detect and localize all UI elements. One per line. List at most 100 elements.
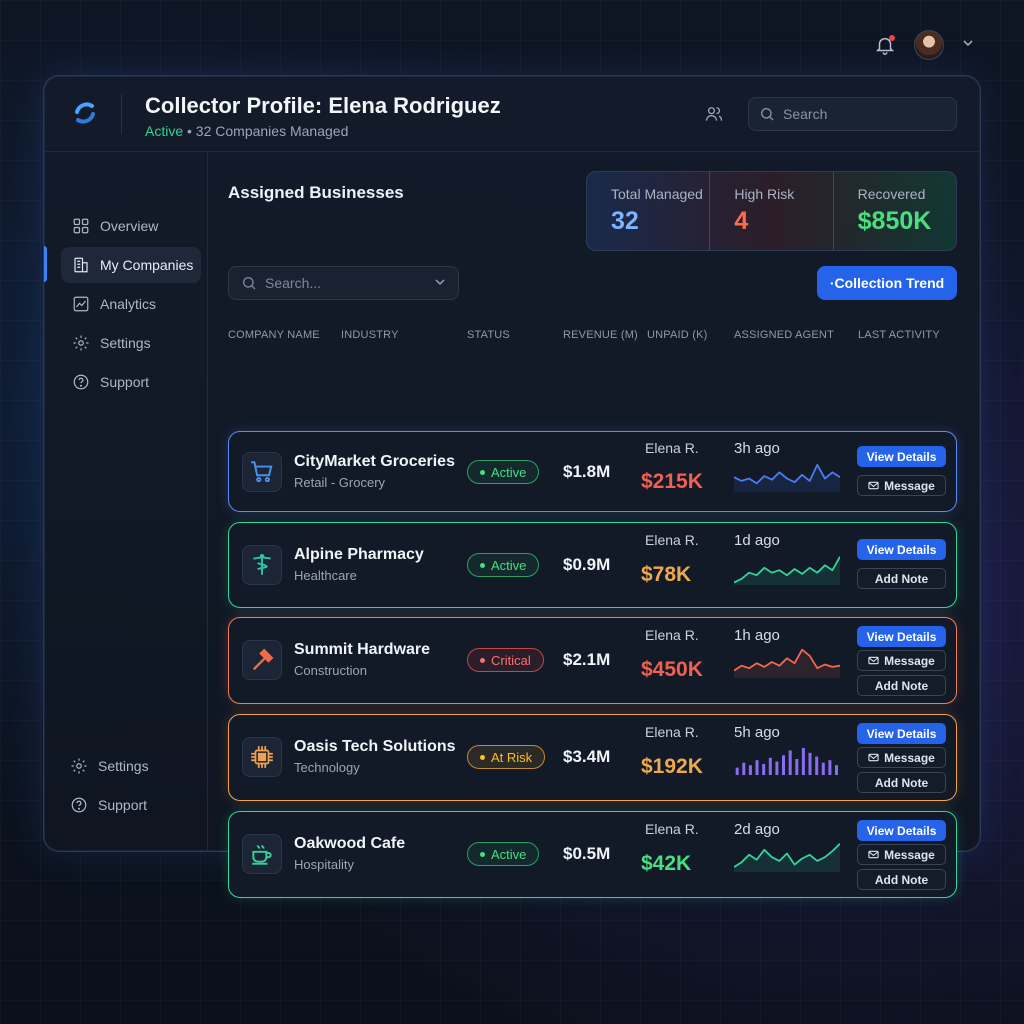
company-search-placeholder: Search... xyxy=(265,275,322,291)
company-industry: Retail - Grocery xyxy=(294,475,386,490)
status-badge-label: Active xyxy=(491,464,527,480)
sidebar-item-overview[interactable]: Overview xyxy=(61,208,201,244)
activity-sparkline xyxy=(734,843,840,872)
assigned-agent: Elena R. xyxy=(645,532,699,548)
sidebar-item-my-companies[interactable]: My Companies xyxy=(61,247,201,283)
notification-bell-icon[interactable] xyxy=(874,34,896,56)
column-header-last-activity[interactable]: LAST ACTIVITY xyxy=(858,329,940,341)
header-divider xyxy=(121,94,122,134)
status-badge-label: Active xyxy=(491,846,527,862)
revenue-value: $3.4M xyxy=(563,747,611,766)
last-activity: 1h ago xyxy=(734,627,780,644)
section-title: Assigned Businesses xyxy=(228,183,404,202)
status-badge-label: Active xyxy=(491,557,527,573)
table-row[interactable]: CityMarket Groceries Retail - Grocery Ac… xyxy=(228,431,957,512)
column-header-company[interactable]: COMPANY NAME xyxy=(228,329,320,341)
message-button[interactable]: Message xyxy=(857,844,946,865)
sparkline-area xyxy=(734,556,840,585)
sidebar-item-label: Analytics xyxy=(100,296,157,312)
app-window: Collector Profile: Elena Rodriguez Activ… xyxy=(43,75,981,898)
help-icon xyxy=(71,797,87,813)
avatar[interactable] xyxy=(914,30,944,60)
unpaid-value: $450K xyxy=(641,658,703,681)
stat-value: $850K xyxy=(857,207,932,235)
status-badge: Active xyxy=(467,553,540,577)
view-details-button[interactable]: View Details xyxy=(857,723,946,744)
column-header-revenue[interactable]: REVENUE (M) xyxy=(563,329,638,341)
sparkline-bar xyxy=(762,763,766,775)
table-row[interactable]: Oakwood Cafe Hospitality Active $0.5M El… xyxy=(228,811,957,898)
sidebar-item-label: Support xyxy=(100,374,150,390)
gear-icon xyxy=(71,758,87,774)
sparkline-bar xyxy=(788,750,792,775)
sidebar: Overview My Companies Analytics Settings… xyxy=(44,152,208,851)
message-button[interactable]: Message xyxy=(857,747,946,768)
chevron-down-icon[interactable] xyxy=(434,275,446,291)
company-search-input[interactable]: Search... xyxy=(228,266,459,300)
header-search-input[interactable]: Search xyxy=(748,97,957,131)
companies-managed-label: • 32 Companies Managed xyxy=(183,123,349,139)
view-details-button[interactable]: View Details xyxy=(857,626,946,647)
notification-dot xyxy=(889,35,895,41)
status-badge-label: Critical xyxy=(491,652,531,668)
column-header-agent[interactable]: ASSIGNED AGENT xyxy=(734,329,834,341)
last-activity: 1d ago xyxy=(734,532,780,549)
sidebar-item-analytics[interactable]: Analytics xyxy=(61,286,201,322)
collection-trend-button[interactable]: ·Collection Trend xyxy=(817,266,957,300)
add-note-button[interactable]: Add Note xyxy=(857,568,946,589)
view-details-button[interactable]: View Details xyxy=(857,446,946,467)
mail-icon xyxy=(868,656,879,665)
main-content: Assigned Businesses Total Managed 32 Hig… xyxy=(208,152,980,898)
company-industry: Hospitality xyxy=(294,857,354,872)
unpaid-value: $192K xyxy=(641,755,703,778)
message-button[interactable]: Message xyxy=(857,475,946,496)
table-row[interactable]: Oasis Tech Solutions Technology At Risk … xyxy=(228,714,957,801)
last-activity: 3h ago xyxy=(734,440,780,457)
sidebar-bottom-settings[interactable]: Settings xyxy=(59,748,199,784)
sidebar-item-label: Settings xyxy=(100,335,151,351)
sparkline-bar xyxy=(808,752,812,775)
sparkline-bar xyxy=(815,756,819,775)
sidebar-item-label: Overview xyxy=(100,218,159,234)
stat-recovered: Recovered $850K xyxy=(832,172,956,250)
column-header-unpaid[interactable]: UNPAID (K) xyxy=(647,329,707,341)
add-note-button[interactable]: Add Note xyxy=(857,772,946,793)
sparkline-bar xyxy=(768,757,772,775)
add-note-button[interactable]: Add Note xyxy=(857,675,946,696)
chip-icon xyxy=(242,737,282,777)
stat-total-managed: Total Managed 32 xyxy=(587,172,709,250)
assigned-agent: Elena R. xyxy=(645,627,699,643)
column-header-status[interactable]: STATUS xyxy=(467,329,510,341)
company-name: CityMarket Groceries xyxy=(294,453,455,470)
people-icon[interactable] xyxy=(704,104,724,124)
message-button-label: Message xyxy=(884,750,935,765)
status-dot xyxy=(480,754,485,760)
sidebar-item-label: Support xyxy=(98,797,148,813)
column-header-industry[interactable]: INDUSTRY xyxy=(341,329,399,341)
table-row[interactable]: Alpine Pharmacy Healthcare Active $0.9M … xyxy=(228,522,957,608)
table-row[interactable]: Summit Hardware Construction Critical $2… xyxy=(228,617,957,704)
stat-label: Total Managed xyxy=(611,186,703,202)
sidebar-item-label: My Companies xyxy=(100,257,194,273)
status-badge: Active xyxy=(467,460,540,484)
search-icon xyxy=(243,277,256,290)
chevron-down-icon[interactable] xyxy=(962,36,974,54)
sparkline-bar xyxy=(742,762,746,775)
view-details-button[interactable]: View Details xyxy=(857,820,946,841)
message-button-label: Message xyxy=(884,478,935,493)
view-details-button[interactable]: View Details xyxy=(857,539,946,560)
sidebar-item-settings[interactable]: Settings xyxy=(61,325,201,361)
caduceus-icon xyxy=(242,545,282,585)
add-note-button[interactable]: Add Note xyxy=(857,869,946,890)
sidebar-item-support[interactable]: Support xyxy=(61,364,201,400)
message-button-label: Message xyxy=(884,847,935,862)
sparkline-bar xyxy=(782,755,785,775)
gear-icon xyxy=(73,335,89,351)
last-activity: 5h ago xyxy=(734,724,780,741)
sparkline-bar xyxy=(755,760,759,775)
message-button[interactable]: Message xyxy=(857,650,946,671)
sidebar-bottom-support[interactable]: Support xyxy=(59,787,199,823)
stat-label: High Risk xyxy=(734,186,795,202)
mail-icon xyxy=(868,753,879,762)
company-name: Oasis Tech Solutions xyxy=(294,738,456,755)
